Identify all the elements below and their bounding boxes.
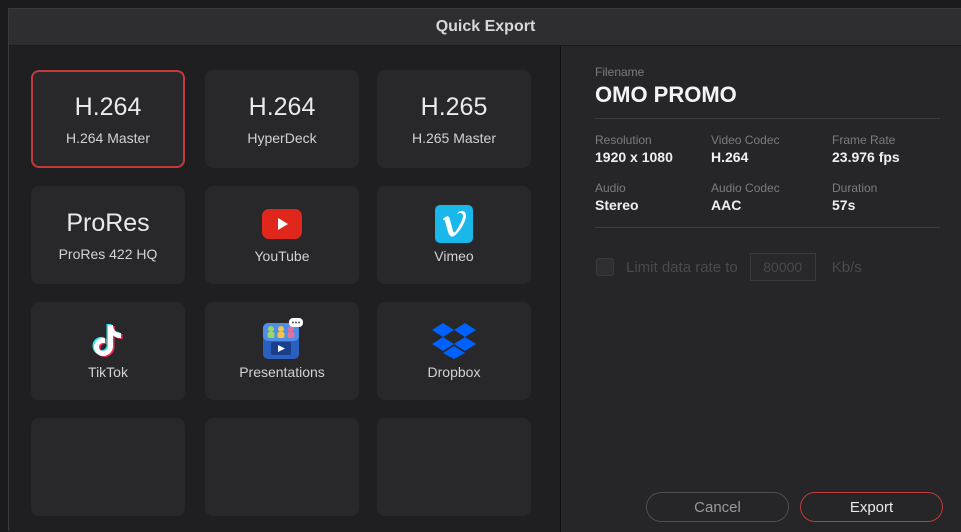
tiktok-icon bbox=[91, 322, 125, 358]
preset-h264-master[interactable]: H.264 H.264 Master bbox=[31, 70, 185, 168]
preset-grid: H.264 H.264 Master H.264 HyperDeck H.265… bbox=[9, 46, 560, 532]
cancel-button[interactable]: Cancel bbox=[646, 492, 789, 522]
preset-presentations[interactable]: Presentations bbox=[205, 302, 359, 400]
limit-data-rate-row: Limit data rate to 80000 Kb/s bbox=[596, 253, 862, 281]
duration-value: 57s bbox=[832, 197, 856, 213]
separator bbox=[595, 118, 940, 119]
limit-data-rate-label: Limit data rate to bbox=[626, 258, 738, 276]
frame-rate-value: 23.976 fps bbox=[832, 149, 900, 165]
export-details-panel: Filename OMO PROMO Resolution 1920 x 108… bbox=[561, 46, 961, 532]
preset-label: Presentations bbox=[239, 364, 325, 380]
preset-format: H.264 bbox=[248, 93, 316, 121]
preset-empty-slot bbox=[31, 418, 185, 516]
preset-format: H.265 bbox=[420, 93, 488, 121]
dialog-title: Quick Export bbox=[435, 18, 536, 35]
vimeo-icon bbox=[435, 205, 473, 243]
title-bar: Quick Export bbox=[9, 9, 961, 46]
export-button[interactable]: Export bbox=[800, 492, 943, 522]
duration-label: Duration bbox=[832, 181, 878, 195]
preset-dropbox[interactable]: Dropbox bbox=[377, 302, 531, 400]
preset-label: Vimeo bbox=[434, 248, 474, 264]
preset-label: ProRes 422 HQ bbox=[58, 246, 158, 262]
audio-codec-value: AAC bbox=[711, 197, 742, 213]
data-rate-unit: Kb/s bbox=[831, 258, 862, 276]
preset-label: Dropbox bbox=[427, 364, 481, 380]
separator bbox=[595, 227, 940, 228]
preset-label: H.264 Master bbox=[65, 130, 151, 146]
video-codec-value: H.264 bbox=[711, 149, 749, 165]
preset-h265-master[interactable]: H.265 H.265 Master bbox=[377, 70, 531, 168]
limit-data-rate-checkbox[interactable] bbox=[596, 258, 614, 276]
resolution-label: Resolution bbox=[595, 133, 652, 147]
video-codec-label: Video Codec bbox=[711, 133, 780, 147]
preset-label: HyperDeck bbox=[247, 130, 317, 146]
youtube-icon bbox=[262, 206, 302, 242]
data-rate-input[interactable]: 80000 bbox=[749, 253, 816, 281]
preset-label: H.265 Master bbox=[411, 130, 497, 146]
preset-empty-slot bbox=[377, 418, 531, 516]
filename-value[interactable]: OMO PROMO bbox=[595, 82, 737, 108]
dropbox-icon bbox=[432, 322, 476, 359]
preset-youtube[interactable]: YouTube bbox=[205, 186, 359, 284]
presentations-icon bbox=[259, 318, 305, 359]
preset-label: YouTube bbox=[254, 248, 310, 264]
filename-label: Filename bbox=[595, 65, 645, 79]
resolution-value: 1920 x 1080 bbox=[595, 149, 673, 165]
preset-empty-slot bbox=[205, 418, 359, 516]
audio-codec-label: Audio Codec bbox=[711, 181, 780, 195]
preset-vimeo[interactable]: Vimeo bbox=[377, 186, 531, 284]
quick-export-dialog: Quick Export H.264 H.264 Master H.264 Hy… bbox=[8, 8, 961, 532]
audio-value: Stereo bbox=[595, 197, 639, 213]
preset-label: TikTok bbox=[88, 364, 128, 380]
audio-label: Audio bbox=[595, 181, 626, 195]
preset-format: H.264 bbox=[74, 93, 142, 121]
preset-prores[interactable]: ProRes ProRes 422 HQ bbox=[31, 186, 185, 284]
preset-tiktok[interactable]: TikTok bbox=[31, 302, 185, 400]
preset-format: ProRes bbox=[66, 209, 150, 237]
frame-rate-label: Frame Rate bbox=[832, 133, 896, 147]
preset-hyperdeck[interactable]: H.264 HyperDeck bbox=[205, 70, 359, 168]
